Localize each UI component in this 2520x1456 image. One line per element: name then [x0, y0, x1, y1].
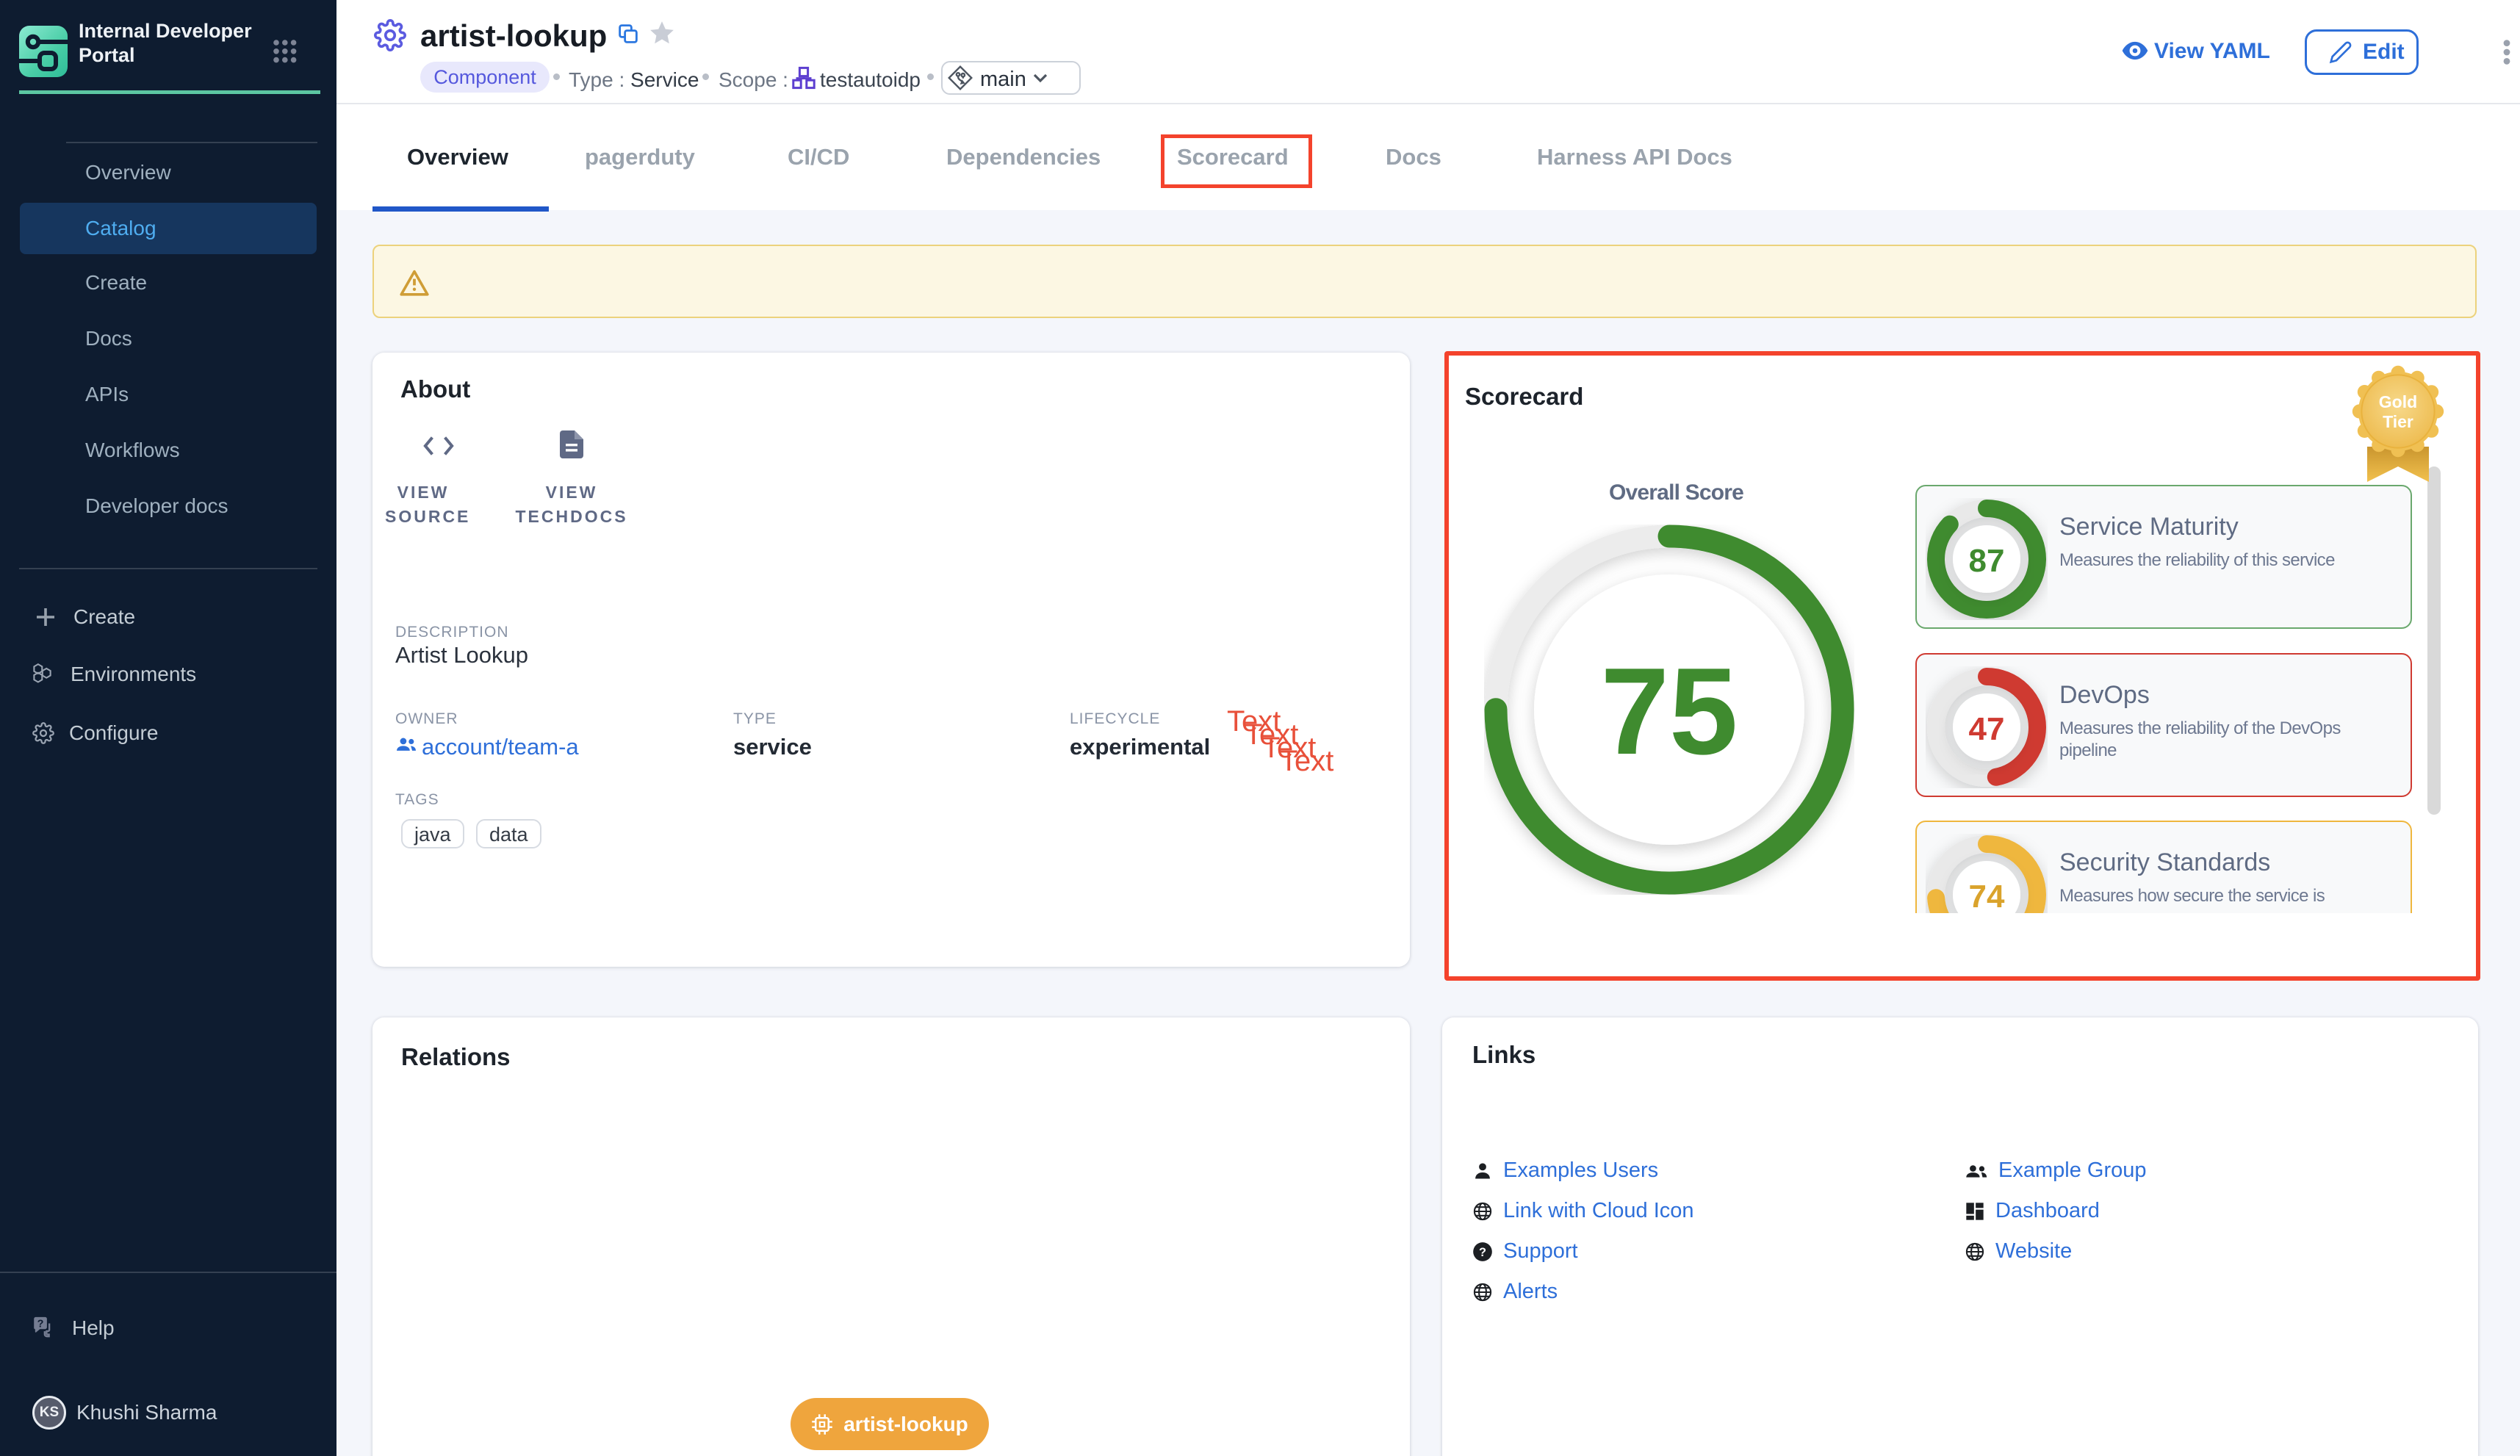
svg-text:74: 74	[1969, 879, 2005, 915]
svg-text:Gold: Gold	[2378, 392, 2416, 411]
svg-text:?: ?	[37, 1318, 44, 1330]
svg-text:75: 75	[1601, 642, 1738, 780]
svg-text:?: ?	[1479, 1245, 1486, 1258]
svg-text:Tier: Tier	[2383, 412, 2413, 431]
svg-text:47: 47	[1969, 711, 2005, 747]
svg-text:87: 87	[1969, 543, 2005, 579]
